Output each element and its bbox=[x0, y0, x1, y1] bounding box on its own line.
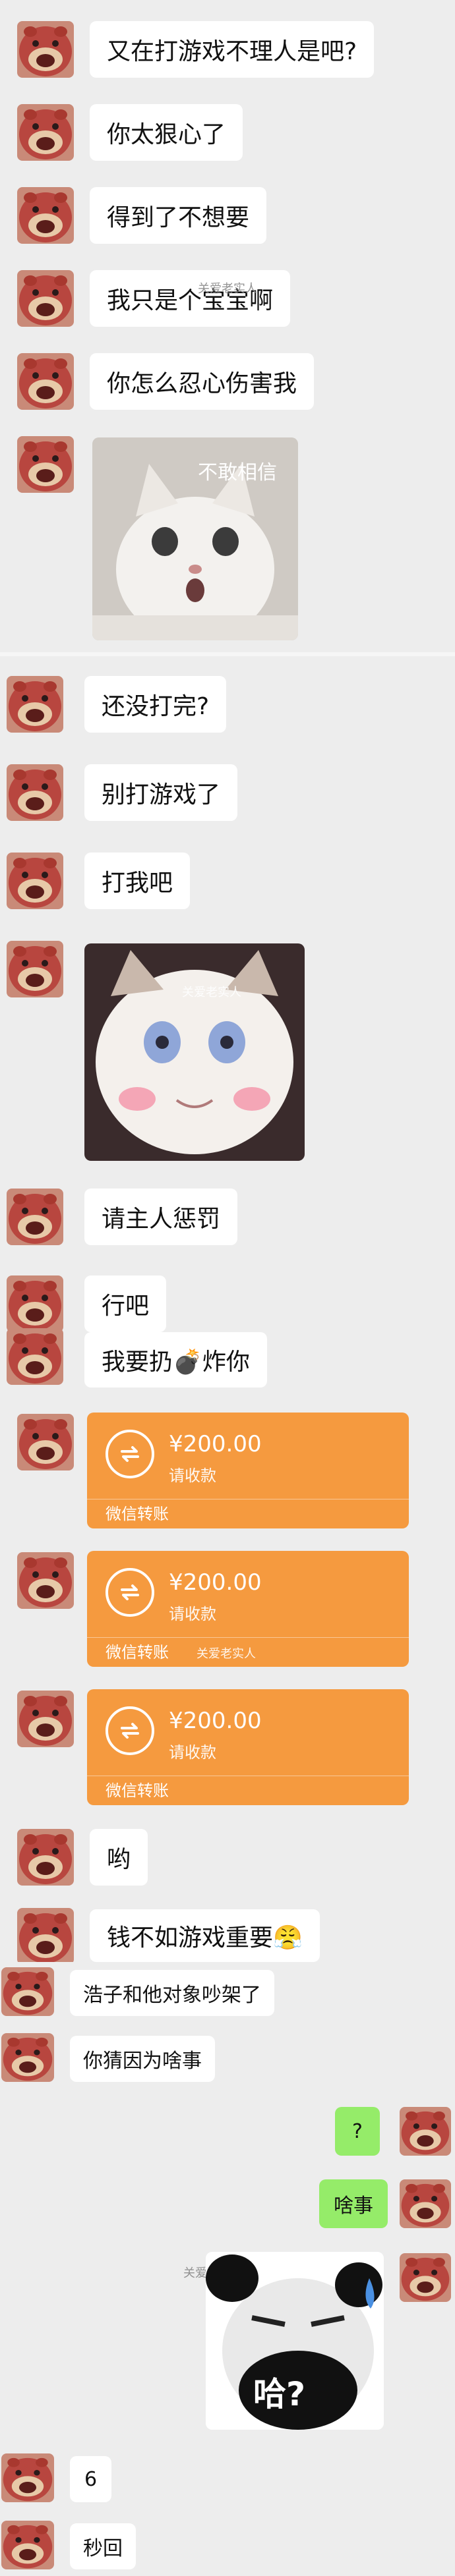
chat-panel-3: 浩子和他对象吵架了 你猜因为啥事 ? 啥事 关爱老实人 哈? 6 秒回 bbox=[0, 1962, 455, 2576]
message-bubble[interactable]: 得到了不想要 bbox=[90, 187, 267, 244]
chat-panel-2: 还没打完? 别打游戏了 打我吧 关爱老实人 请主人惩罚 行吧 我要扔💣炸你 ¥2… bbox=[0, 656, 455, 1962]
message-bubble[interactable]: 别打游戏了 bbox=[84, 764, 238, 821]
avatar[interactable] bbox=[7, 941, 63, 997]
avatar[interactable] bbox=[17, 1829, 74, 1886]
message-bubble[interactable]: 打我吧 bbox=[84, 853, 191, 909]
transfer-card[interactable]: ¥200.00 请收款 微信转账 关爱老实人 bbox=[87, 1551, 409, 1667]
avatar[interactable] bbox=[7, 1189, 63, 1245]
transfer-amount: ¥200.00 bbox=[169, 1569, 262, 1596]
transfer-label: 微信转账 bbox=[87, 1776, 409, 1805]
avatar[interactable] bbox=[17, 1908, 74, 1965]
message-bubble[interactable]: ? bbox=[335, 2107, 380, 2156]
avatar[interactable] bbox=[7, 764, 63, 821]
avatar[interactable] bbox=[17, 187, 74, 244]
sticker-caption: 不敢相信 bbox=[198, 461, 277, 484]
avatar[interactable] bbox=[17, 1414, 74, 1470]
watermark: 关爱老实人 bbox=[197, 1647, 256, 1661]
transfer-card[interactable]: ¥200.00 请收款 微信转账 bbox=[87, 1689, 409, 1805]
avatar[interactable] bbox=[400, 2107, 451, 2156]
transfer-icon bbox=[106, 1706, 154, 1755]
transfer-icon bbox=[106, 1568, 154, 1617]
transfer-status: 请收款 bbox=[169, 1467, 216, 1485]
avatar[interactable] bbox=[1, 2033, 54, 2082]
message-bubble[interactable]: 又在打游戏不理人是吧? bbox=[90, 21, 375, 78]
avatar[interactable] bbox=[1, 1967, 54, 2016]
message-bubble[interactable]: 啥事 bbox=[319, 2179, 388, 2228]
avatar[interactable] bbox=[17, 104, 74, 161]
watermark: 关爱老实人 bbox=[182, 986, 241, 999]
message-bubble[interactable]: 钱不如游戏重要😤 bbox=[90, 1909, 320, 1962]
avatar[interactable] bbox=[17, 21, 74, 78]
avatar[interactable] bbox=[1, 2521, 54, 2569]
cat-sticker-image[interactable]: 不敢相信 bbox=[92, 437, 298, 640]
avatar[interactable] bbox=[7, 1328, 63, 1385]
avatar[interactable] bbox=[7, 853, 63, 909]
message-bubble[interactable]: 你怎么忍心伤害我 bbox=[90, 353, 315, 410]
chat-panel-1: 又在打游戏不理人是吧? 你太狠心了 得到了不想要 我只是个宝宝啊 你怎么忍心伤害… bbox=[0, 0, 455, 652]
cat-sticker-image[interactable]: 关爱老实人 bbox=[84, 943, 305, 1161]
meme-caption: 哈? bbox=[253, 2375, 306, 2413]
transfer-amount: ¥200.00 bbox=[169, 1431, 262, 1457]
message-bubble[interactable]: 你猜因为啥事 bbox=[70, 2036, 215, 2082]
message-bubble[interactable]: 行吧 bbox=[84, 1275, 167, 1332]
avatar[interactable] bbox=[17, 270, 74, 327]
message-bubble[interactable]: 6 bbox=[70, 2456, 112, 2502]
avatar[interactable] bbox=[7, 1275, 63, 1332]
avatar[interactable] bbox=[17, 1552, 74, 1609]
message-bubble[interactable]: 还没打完? bbox=[84, 676, 227, 733]
transfer-status: 请收款 bbox=[169, 1605, 216, 1623]
message-bubble[interactable]: 我要扔💣炸你 bbox=[84, 1332, 267, 1387]
avatar[interactable] bbox=[1, 2453, 54, 2502]
transfer-amount: ¥200.00 bbox=[169, 1708, 262, 1734]
avatar[interactable] bbox=[7, 676, 63, 733]
avatar[interactable] bbox=[400, 2179, 451, 2228]
message-bubble[interactable]: 哟 bbox=[90, 1829, 148, 1886]
avatar[interactable] bbox=[17, 436, 74, 493]
message-bubble[interactable]: 浩子和他对象吵架了 bbox=[70, 1970, 274, 2016]
message-bubble[interactable]: 秒回 bbox=[70, 2523, 136, 2569]
message-bubble[interactable]: 请主人惩罚 bbox=[84, 1189, 238, 1245]
transfer-label: 微信转账 bbox=[87, 1499, 409, 1528]
transfer-icon bbox=[106, 1430, 154, 1478]
panda-meme-image[interactable]: 哈? bbox=[206, 2252, 384, 2430]
avatar[interactable] bbox=[17, 1691, 74, 1747]
transfer-status: 请收款 bbox=[169, 1743, 216, 1762]
avatar[interactable] bbox=[400, 2253, 451, 2302]
watermark: 关爱老实人 bbox=[198, 282, 257, 296]
message-bubble[interactable]: 我只是个宝宝啊 bbox=[90, 270, 291, 327]
transfer-card[interactable]: ¥200.00 请收款 微信转账 bbox=[87, 1413, 409, 1528]
avatar[interactable] bbox=[17, 353, 74, 410]
cat-illustration bbox=[84, 943, 305, 1161]
message-bubble[interactable]: 你太狠心了 bbox=[90, 104, 243, 161]
